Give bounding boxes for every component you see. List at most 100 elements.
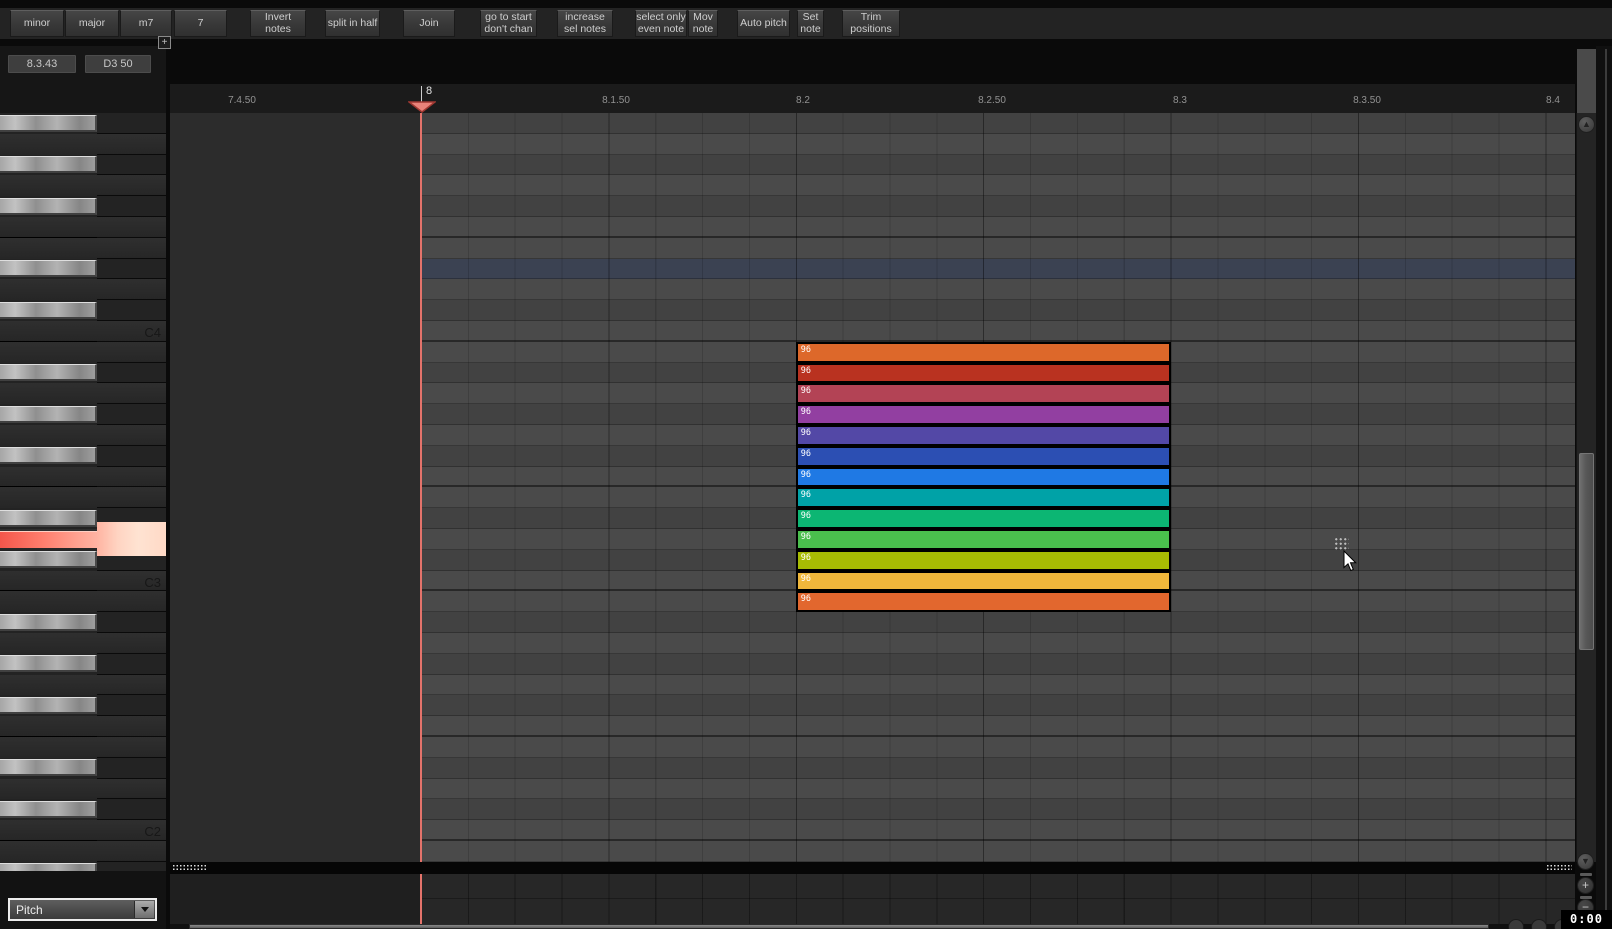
black-key-bar[interactable] — [0, 260, 97, 278]
zoom-button[interactable] — [1531, 919, 1547, 929]
piano-key[interactable]: C3 — [0, 570, 166, 592]
black-key-bar[interactable] — [0, 863, 97, 871]
piano-key[interactable] — [0, 841, 166, 862]
midi-note[interactable]: 96 — [795, 445, 1171, 467]
midi-note[interactable]: 96 — [795, 383, 1171, 405]
midi-note[interactable]: 96 — [795, 487, 1171, 509]
piano-key[interactable]: C2 — [0, 820, 166, 841]
black-key-bar[interactable] — [0, 696, 97, 714]
piano-key[interactable] — [0, 113, 166, 134]
midi-note[interactable]: 96 — [795, 508, 1171, 529]
midi-note[interactable]: 96 — [795, 570, 1171, 592]
piano-key[interactable] — [0, 633, 166, 654]
piano-key[interactable] — [0, 300, 166, 321]
piano-key[interactable] — [0, 757, 166, 779]
piano-key[interactable] — [0, 383, 166, 405]
midi-note[interactable]: 96 — [795, 404, 1171, 425]
divider-drag-handle[interactable] — [1546, 864, 1572, 872]
piano-key[interactable] — [0, 341, 166, 363]
toolbar-button-trim-positions[interactable]: Trim positions — [842, 10, 900, 37]
highlighted-key-D3[interactable] — [0, 531, 97, 548]
piano-key[interactable] — [0, 404, 166, 425]
black-key-bar[interactable] — [0, 613, 97, 631]
black-key-bar[interactable] — [0, 509, 97, 527]
midi-note[interactable]: 96 — [795, 466, 1171, 488]
piano-key[interactable] — [0, 612, 166, 633]
chevron-down-icon[interactable] — [134, 901, 154, 918]
toolbar-button-mov-note[interactable]: Mov note — [688, 10, 718, 37]
black-key-bar[interactable] — [0, 655, 97, 673]
zoom-button[interactable] — [1508, 919, 1524, 929]
midi-note[interactable]: 96 — [795, 341, 1171, 363]
vertical-scrollbar-thumb[interactable] — [1579, 453, 1594, 650]
scroll-down-button[interactable]: ▼ — [1577, 853, 1594, 870]
piano-key[interactable] — [0, 466, 166, 488]
midi-note[interactable]: 96 — [795, 425, 1171, 446]
toolbar-button-major[interactable]: major — [65, 10, 119, 37]
scroll-up-button[interactable]: ▲ — [1578, 116, 1595, 133]
lane-divider[interactable] — [170, 862, 1575, 874]
piano-key[interactable] — [0, 778, 166, 800]
black-key-bar[interactable] — [0, 114, 97, 132]
toolbar-button-auto-pitch[interactable]: Auto pitch — [737, 10, 790, 37]
piano-key[interactable] — [0, 861, 166, 871]
black-key-bar[interactable] — [0, 759, 97, 777]
add-lane-button[interactable]: + — [158, 36, 171, 49]
black-key-bar[interactable] — [0, 301, 97, 319]
midi-note[interactable]: 96 — [795, 549, 1171, 571]
midi-note[interactable]: 96 — [795, 529, 1171, 550]
piano-key[interactable] — [0, 258, 166, 280]
midi-note[interactable]: 96 — [795, 362, 1171, 384]
piano-key[interactable] — [0, 716, 166, 737]
piano-key[interactable] — [0, 737, 166, 758]
toolbar-button-go-to-start-don't-chan[interactable]: go to start don't chan — [480, 10, 537, 37]
black-key-bar[interactable] — [0, 800, 97, 818]
toolbar-button-set-note[interactable]: Set note — [797, 10, 824, 37]
piano-key[interactable] — [0, 133, 166, 155]
horizontal-scrollbar-thumb[interactable] — [189, 924, 1489, 929]
play-cursor[interactable] — [420, 113, 422, 862]
divider-drag-handle[interactable] — [172, 864, 206, 872]
piano-key[interactable] — [0, 425, 166, 446]
toolbar-button-minor[interactable]: minor — [10, 10, 64, 37]
toolbar-button-split-in-half[interactable]: split in half — [325, 10, 380, 37]
piano-key[interactable] — [0, 175, 166, 197]
horizontal-scrollbar[interactable] — [170, 924, 1575, 929]
toolbar-button-join[interactable]: Join — [403, 10, 455, 37]
piano-key[interactable] — [0, 362, 166, 384]
piano-key[interactable] — [0, 674, 166, 696]
piano-key[interactable] — [0, 799, 166, 821]
note-value-display[interactable]: D3 50 — [85, 55, 151, 73]
piano-key[interactable] — [0, 196, 166, 217]
edit-cursor-marker-icon[interactable] — [407, 101, 436, 113]
timeline-ruler[interactable]: 7.4.50 8.1.50 8.2 8.2.50 8.3 8.3.50 8.4 8 — [170, 84, 1575, 113]
piano-key[interactable] — [0, 653, 166, 675]
piano-key[interactable] — [0, 279, 166, 301]
toolbar-button-increase-sel-notes[interactable]: increase sel notes — [557, 10, 613, 37]
piano-key[interactable] — [0, 154, 166, 176]
black-key-bar[interactable] — [0, 447, 97, 465]
zoom-in-button[interactable]: + — [1577, 877, 1594, 894]
midi-note[interactable]: 96 — [795, 591, 1171, 613]
black-key-bar[interactable] — [0, 156, 97, 174]
toolbar-button-select-only-even-note[interactable]: select only even note — [635, 10, 687, 37]
black-key-bar[interactable] — [0, 405, 97, 423]
piano-key[interactable] — [0, 591, 166, 613]
toolbar-button-m7[interactable]: m7 — [120, 10, 172, 37]
piano-key[interactable] — [0, 237, 166, 259]
piano-key[interactable]: C4 — [0, 321, 166, 342]
position-display[interactable]: 8.3.43 — [8, 55, 76, 73]
piano-key[interactable] — [0, 445, 166, 467]
piano-key[interactable] — [0, 487, 166, 509]
cc-lane[interactable] — [170, 874, 1575, 924]
note-grid[interactable]: 96 96 96 96 96 96 96 96 96 96 96 96 96 — [170, 113, 1575, 862]
piano-key[interactable] — [0, 695, 166, 717]
highlighted-key-wide-part[interactable] — [97, 522, 166, 556]
vertical-scrollbar[interactable]: ▲ — [1576, 113, 1596, 862]
lane-selector-dropdown[interactable]: Pitch — [8, 898, 157, 921]
piano-key[interactable] — [0, 217, 166, 238]
edit-cursor-tick[interactable] — [421, 86, 422, 102]
black-key-bar[interactable] — [0, 197, 97, 215]
toolbar-button-invert-notes[interactable]: Invert notes — [250, 10, 306, 37]
toolbar-button-7[interactable]: 7 — [174, 10, 227, 37]
